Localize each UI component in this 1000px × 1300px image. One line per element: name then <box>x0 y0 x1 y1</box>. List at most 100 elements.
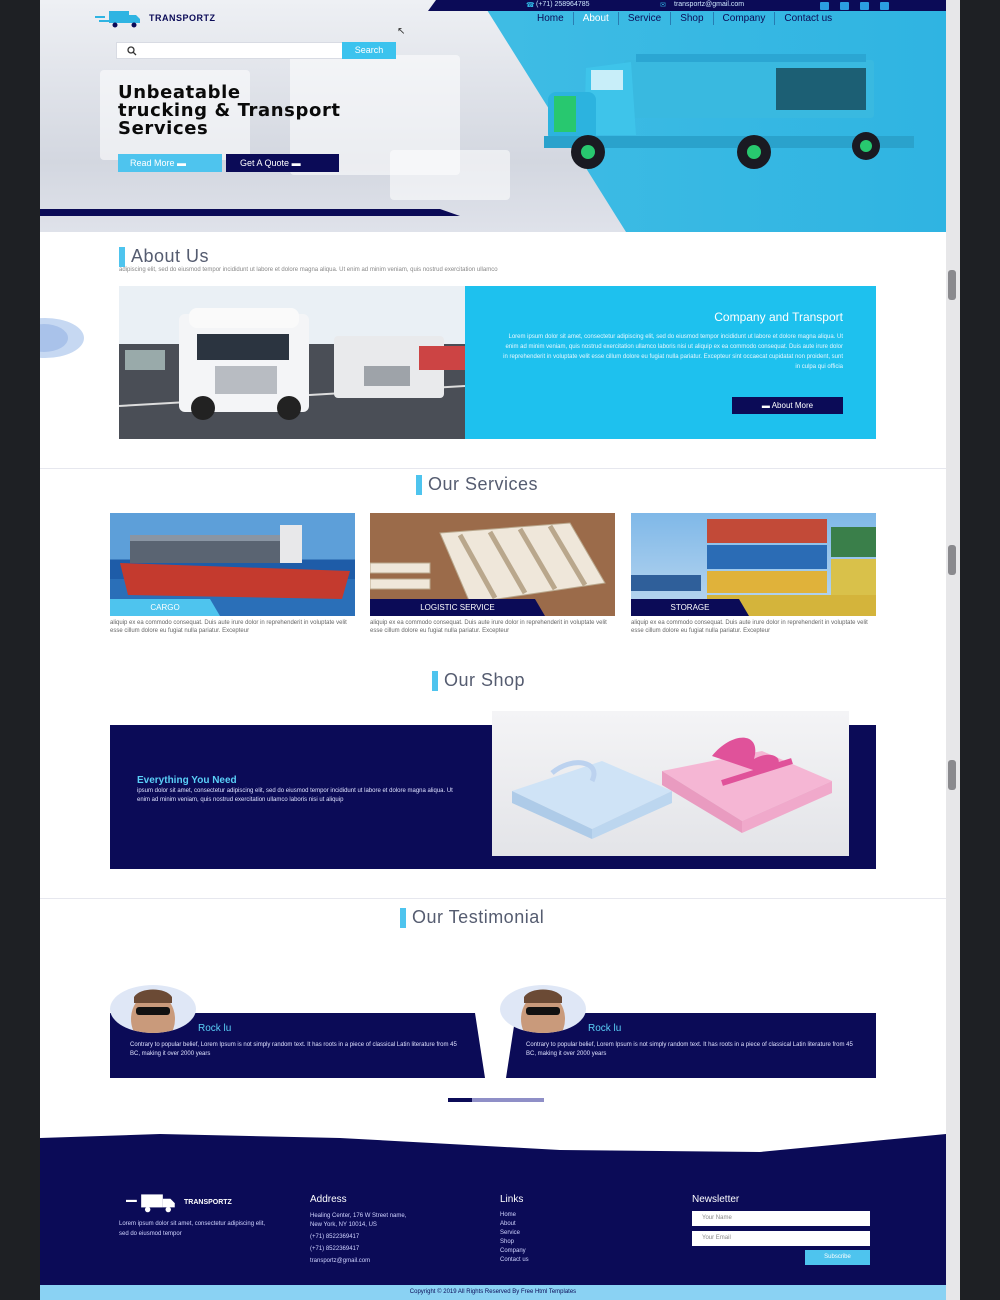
footer-link-contact[interactable]: Contact us <box>500 1256 529 1265</box>
hero-title-line-3: Services <box>118 118 209 139</box>
about-trucks-image <box>119 286 465 439</box>
get-quote-button[interactable]: Get A Quote ▬ <box>226 154 339 172</box>
webpage: ☎ (+71) 258964785 ✉ transportz@gmail.com… <box>40 0 946 1300</box>
mail-icon: ✉ <box>660 2 666 9</box>
footer-newsletter-heading: Newsletter <box>692 1194 740 1205</box>
testimonial-text: Contrary to popular belief, Lorem Ipsum … <box>130 1042 457 1057</box>
service-card-cargo[interactable]: CARGO <box>110 513 355 616</box>
heading-accent-bar <box>432 670 438 691</box>
footer-link-home[interactable]: Home <box>500 1211 529 1220</box>
about-card-title: Company and Transport <box>714 310 843 324</box>
scrollbar[interactable] <box>946 0 960 1300</box>
shop-heading-text: Our Shop <box>444 670 526 690</box>
footer-email[interactable]: transportz@gmail.com <box>310 1256 370 1266</box>
about-heading: About Us <box>119 246 209 267</box>
hero-title: Unbeatable trucking & Transport Services <box>118 84 418 138</box>
footer-brand-name: TRANSPORTZ <box>184 1198 232 1206</box>
top-email[interactable]: transportz@gmail.com <box>674 1 744 8</box>
about-intro-text: adipiscing elit, sed do eiusmod tempor i… <box>119 267 498 273</box>
carousel-dot[interactable] <box>472 1098 544 1102</box>
truck-logo-icon <box>126 1194 175 1213</box>
newsletter-email-input[interactable]: Your Email <box>692 1231 870 1246</box>
services-heading: Our Services <box>416 474 538 495</box>
subscribe-button[interactable]: Subscribe <box>805 1250 870 1265</box>
nav-service[interactable]: Service <box>619 12 672 25</box>
top-phone: (+71) 258964785 <box>536 1 590 8</box>
hero-truck-image <box>544 54 914 169</box>
nav-contact[interactable]: Contact us <box>775 12 841 25</box>
scrollbar-thumb[interactable] <box>948 545 956 575</box>
footer-phone: (+71) 8522369417 <box>310 1234 360 1240</box>
section-divider <box>40 898 946 899</box>
read-more-label: Read More <box>130 158 175 168</box>
facebook-icon[interactable] <box>820 2 829 10</box>
service-card-logistic[interactable]: LOGISTIC SERVICE <box>370 513 615 616</box>
testimonial-heading-text: Our Testimonial <box>412 907 545 927</box>
footer-about-text: Lorem ipsum dolor sit amet, consectetur … <box>119 1221 266 1237</box>
footer-link-about[interactable]: About <box>500 1220 529 1229</box>
service-card-storage[interactable]: STORAGE <box>631 513 876 616</box>
about-more-button[interactable]: ▬ About More <box>732 397 843 414</box>
hero-navy-strip <box>40 209 460 216</box>
mouse-cursor-icon: ↖ <box>397 26 406 37</box>
brand-name: TRANSPORTZ <box>149 13 216 23</box>
testimonial-text: Contrary to popular belief, Lorem Ipsum … <box>526 1042 853 1057</box>
nav-shop[interactable]: Shop <box>671 12 714 25</box>
testimonial-name: Rock lu <box>588 1023 622 1034</box>
read-more-button[interactable]: Read More ▬ <box>118 154 222 172</box>
footer-links-heading: Links <box>500 1194 524 1205</box>
avatar <box>500 985 586 1033</box>
newsletter-name-input[interactable]: Your Name <box>692 1211 870 1226</box>
about-card: Company and Transport Lorem ipsum dolor … <box>465 286 876 439</box>
phone-icon: ☎ <box>526 2 535 9</box>
service-label-cargo: CARGO <box>110 599 220 616</box>
get-quote-label: Get A Quote <box>240 158 290 168</box>
scrollbar-thumb[interactable] <box>948 760 956 790</box>
services-heading-text: Our Services <box>428 474 539 494</box>
about-card-body: Lorem ipsum dolor sit amet, consectetur … <box>503 334 843 370</box>
footer-logo[interactable]: TRANSPORTZ <box>126 1191 232 1213</box>
search-button[interactable]: Search <box>342 42 396 59</box>
service-text-logistic: aliquip ex ea commodo consequat. Duis au… <box>370 620 607 634</box>
footer-link-shop[interactable]: Shop <box>500 1238 529 1247</box>
nav-home[interactable]: Home <box>528 12 574 25</box>
shop-heading: Our Shop <box>432 670 525 691</box>
testimonial-name: Rock lu <box>198 1023 232 1034</box>
about-more-label: About More <box>771 401 814 410</box>
heading-accent-bar <box>119 246 125 267</box>
service-label-storage: STORAGE <box>631 599 749 616</box>
hero-section: ☎ (+71) 258964785 ✉ transportz@gmail.com… <box>40 0 946 232</box>
arrow-icon: ▬ <box>291 158 301 168</box>
brand-logo[interactable]: TRANSPORTZ <box>95 8 216 28</box>
google-icon[interactable] <box>840 2 849 10</box>
avatar <box>110 985 196 1033</box>
heading-accent-bar <box>400 907 406 928</box>
service-label-logistic: LOGISTIC SERVICE <box>370 599 545 616</box>
footer-address-heading: Address <box>310 1194 347 1205</box>
section-divider <box>40 468 946 469</box>
footer-link-company[interactable]: Company <box>500 1247 529 1256</box>
scrollbar-thumb[interactable] <box>948 270 956 300</box>
copyright-bar: Copyright © 2019 All Rights Reserved By … <box>40 1285 946 1300</box>
truck-logo-icon <box>95 11 140 28</box>
arrow-icon: ▬ <box>177 158 187 168</box>
footer-phone: (+71) 8522369417 <box>310 1246 360 1252</box>
faded-truck-bg-3 <box>390 150 510 200</box>
gift-boxes-image <box>492 711 849 856</box>
nav-company[interactable]: Company <box>714 12 776 25</box>
arrow-icon: ▬ <box>761 401 772 410</box>
shop-title: Everything You Need <box>137 775 237 786</box>
nav-about[interactable]: About <box>574 12 619 25</box>
footer-links: Home About Service Shop Company Contact … <box>500 1211 529 1265</box>
footer-link-service[interactable]: Service <box>500 1229 529 1238</box>
shop-body: ipsum dolor sit amet, consectetur adipis… <box>137 788 453 803</box>
carousel-dot-active[interactable] <box>448 1098 472 1102</box>
main-nav: Home About Service Shop Company Contact … <box>528 12 841 25</box>
linkedin-icon[interactable] <box>860 2 869 10</box>
twitter-icon[interactable] <box>880 2 889 10</box>
about-heading-text: About Us <box>131 246 210 266</box>
footer-address-line: New York, NY 10014, US <box>310 1222 377 1228</box>
testimonial-heading: Our Testimonial <box>400 907 544 928</box>
search-icon <box>127 46 137 56</box>
service-text-storage: aliquip ex ea commodo consequat. Duis au… <box>631 620 868 634</box>
